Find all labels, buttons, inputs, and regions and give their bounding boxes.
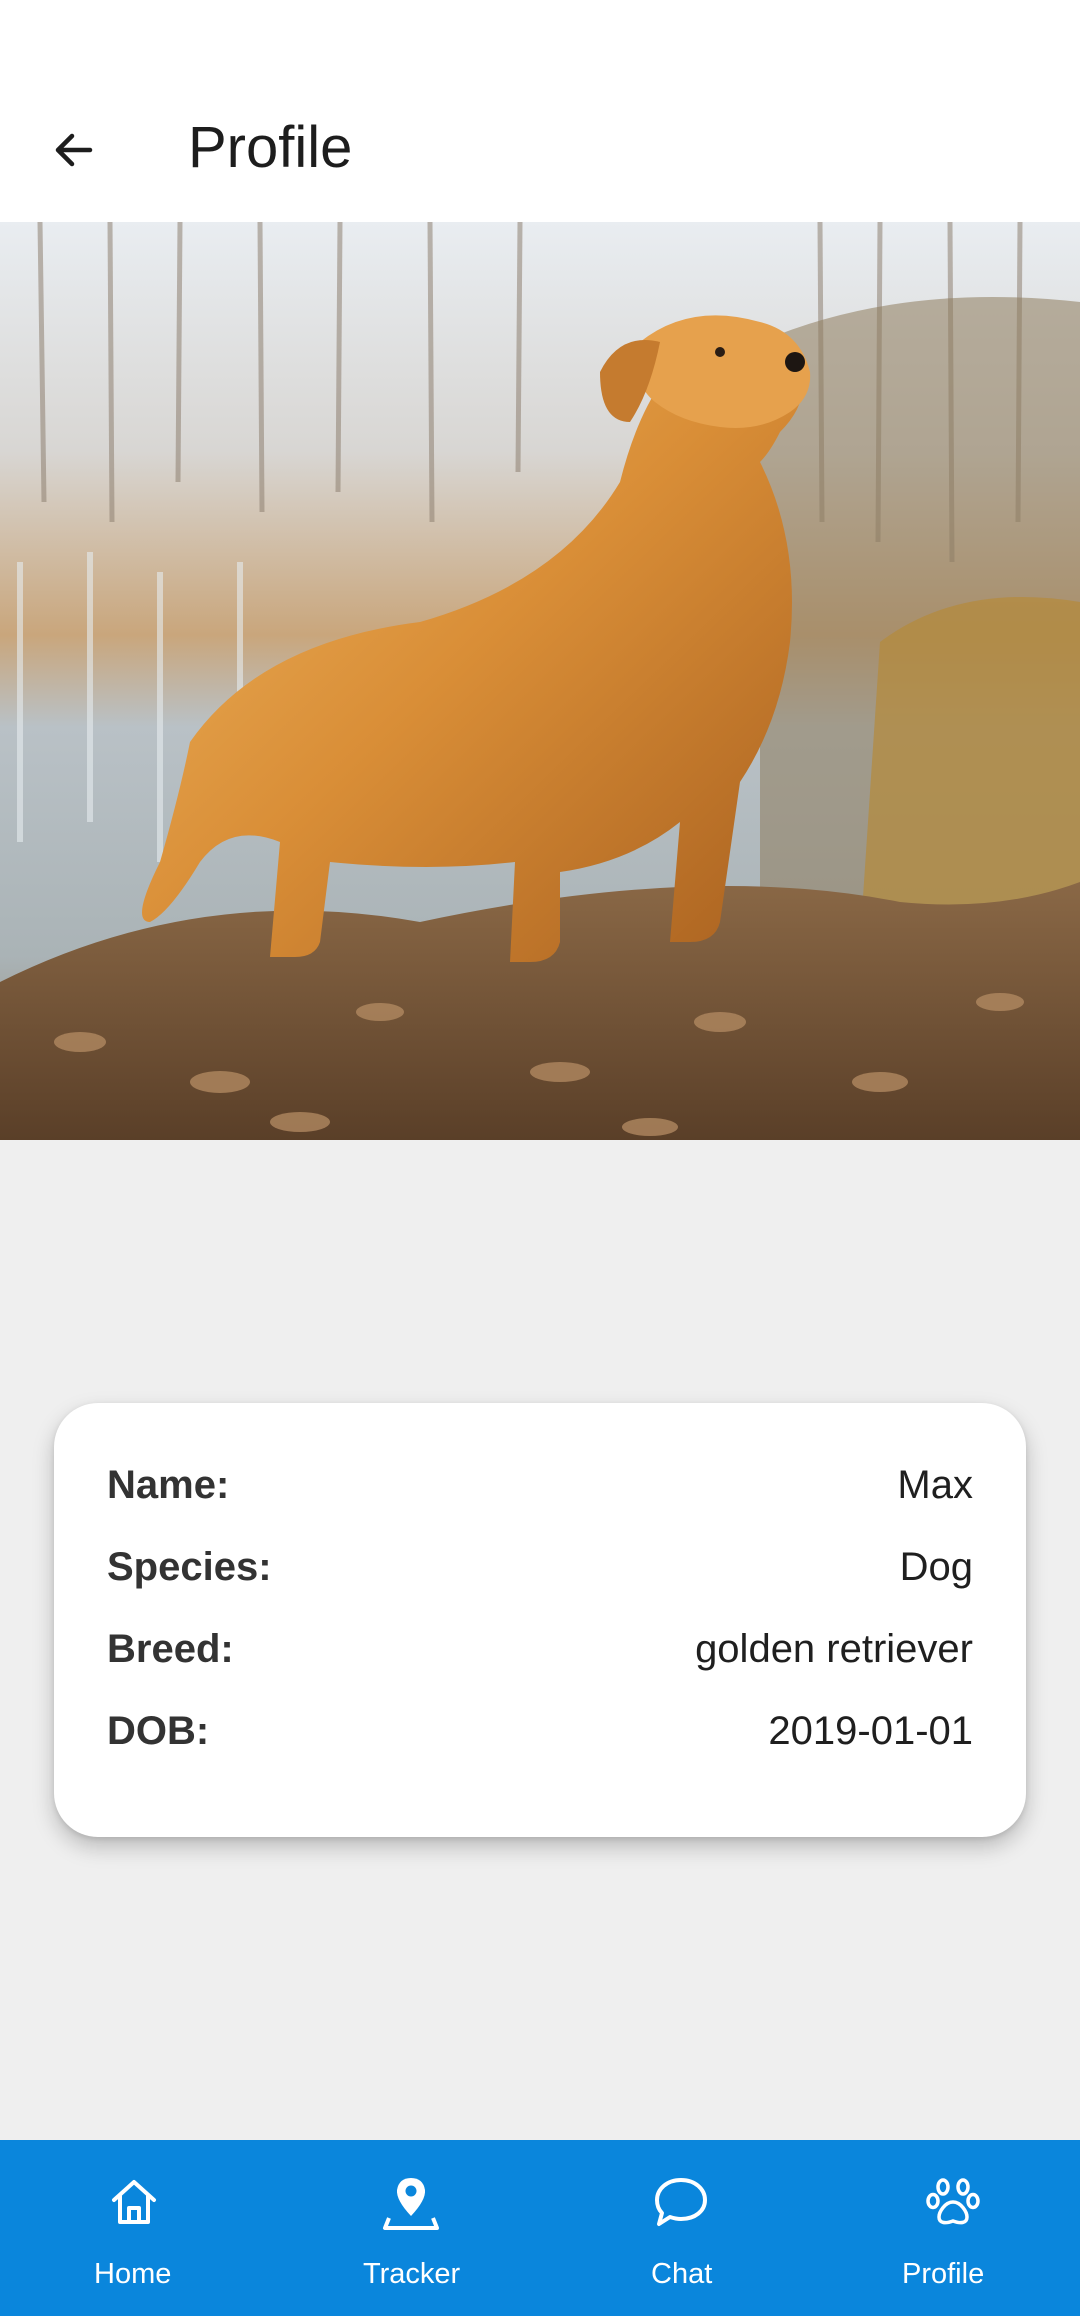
status-bar xyxy=(0,0,1080,70)
pet-photo xyxy=(0,222,1080,1140)
pet-info-card: Name: Max Species: Dog Breed: golden ret… xyxy=(54,1403,1026,1837)
home-icon xyxy=(112,2180,156,2224)
nav-label-home: Home xyxy=(94,2258,172,2290)
name-value: Max xyxy=(897,1462,973,1507)
nav-label-tracker: Tracker xyxy=(363,2258,461,2290)
dob-label: DOB: xyxy=(107,1708,210,1753)
app-bar: Profile xyxy=(0,70,1080,222)
info-row-species: Species: Dog xyxy=(107,1537,973,1597)
arrow-left-icon xyxy=(55,133,93,167)
nav-item-chat[interactable]: Chat xyxy=(540,2140,810,2316)
nav-label-chat: Chat xyxy=(651,2258,713,2290)
nav-item-tracker[interactable]: Tracker xyxy=(270,2140,540,2316)
page-title: Profile xyxy=(188,115,353,180)
dob-value: 2019-01-01 xyxy=(768,1708,973,1753)
info-row-breed: Breed: golden retriever xyxy=(107,1619,973,1679)
info-row-dob: DOB: 2019-01-01 xyxy=(107,1701,973,1761)
species-value: Dog xyxy=(899,1544,973,1589)
name-label: Name: xyxy=(107,1462,230,1507)
info-row-name: Name: Max xyxy=(107,1455,973,1515)
chat-bubble-icon xyxy=(655,2178,707,2226)
nav-item-home[interactable]: Home xyxy=(0,2140,270,2316)
back-button[interactable] xyxy=(34,110,114,190)
species-label: Species: xyxy=(107,1544,272,1589)
paw-icon xyxy=(926,2178,980,2225)
bottom-navigation: Home Tracker Chat Profile xyxy=(0,2140,1080,2316)
breed-label: Breed: xyxy=(107,1626,234,1671)
nav-label-profile: Profile xyxy=(902,2258,985,2290)
nav-item-profile[interactable]: Profile xyxy=(810,2140,1080,2316)
map-pin-icon xyxy=(383,2178,439,2230)
breed-value: golden retriever xyxy=(695,1626,973,1671)
